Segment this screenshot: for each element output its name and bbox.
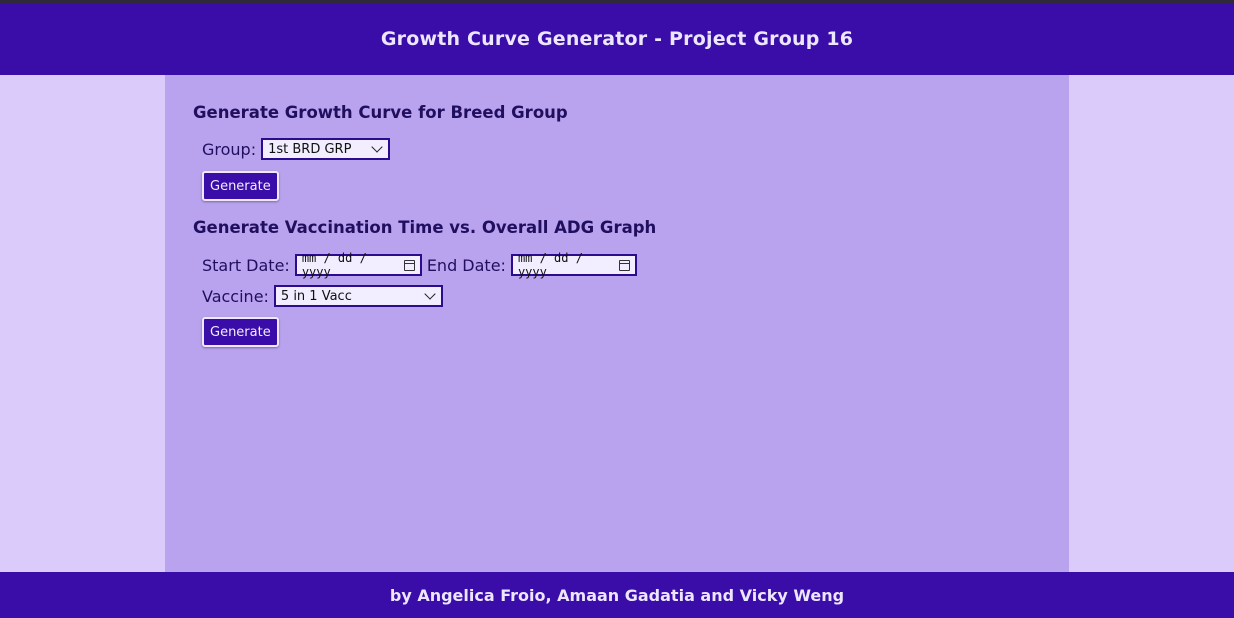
right-margin	[1069, 75, 1234, 572]
start-date-value: mm / dd / yyyy	[301, 251, 367, 279]
group-select-value: 1st BRD GRP	[268, 141, 352, 157]
start-date-input[interactable]: mm / dd / yyyy	[294, 251, 422, 279]
date-row: Start Date: mm / dd / yyyy End Date: mm …	[202, 251, 637, 279]
vaccine-label: Vaccine:	[202, 286, 269, 306]
calendar-icon[interactable]	[619, 259, 630, 271]
main-panel: Generate Growth Curve for Breed Group Gr…	[165, 75, 1069, 572]
group-label: Group:	[202, 139, 257, 159]
end-date-label: End Date:	[426, 255, 506, 275]
page-title: Growth Curve Generator - Project Group 1…	[380, 28, 854, 50]
group-select[interactable]: 1st BRD GRP	[261, 138, 391, 160]
group-row: Group: 1st BRD GRP	[202, 138, 391, 160]
footer-credits: by Angelica Froio, Amaan Gadatia and Vic…	[389, 585, 845, 605]
end-date-value: mm / dd / yyyy	[517, 251, 583, 279]
vaccine-select-value: 5 in 1 Vacc	[280, 288, 352, 304]
vaccination-section-title: Generate Vaccination Time vs. Overall AD…	[193, 218, 657, 237]
page-header: Growth Curve Generator - Project Group 1…	[0, 3, 1234, 75]
start-date-label: Start Date:	[202, 255, 290, 275]
generate-vaccination-graph-button[interactable]: Generate	[202, 317, 279, 347]
page-footer: by Angelica Froio, Amaan Gadatia and Vic…	[0, 572, 1234, 618]
vaccine-select[interactable]: 5 in 1 Vacc	[273, 285, 443, 307]
vaccine-row: Vaccine: 5 in 1 Vacc	[202, 285, 443, 307]
left-margin	[0, 75, 165, 572]
generate-growth-curve-button[interactable]: Generate	[202, 171, 279, 201]
calendar-icon[interactable]	[404, 259, 415, 271]
chevron-down-icon	[424, 288, 436, 300]
end-date-input[interactable]: mm / dd / yyyy	[510, 251, 637, 279]
chevron-down-icon	[371, 141, 383, 153]
growth-section-title: Generate Growth Curve for Breed Group	[193, 103, 568, 122]
